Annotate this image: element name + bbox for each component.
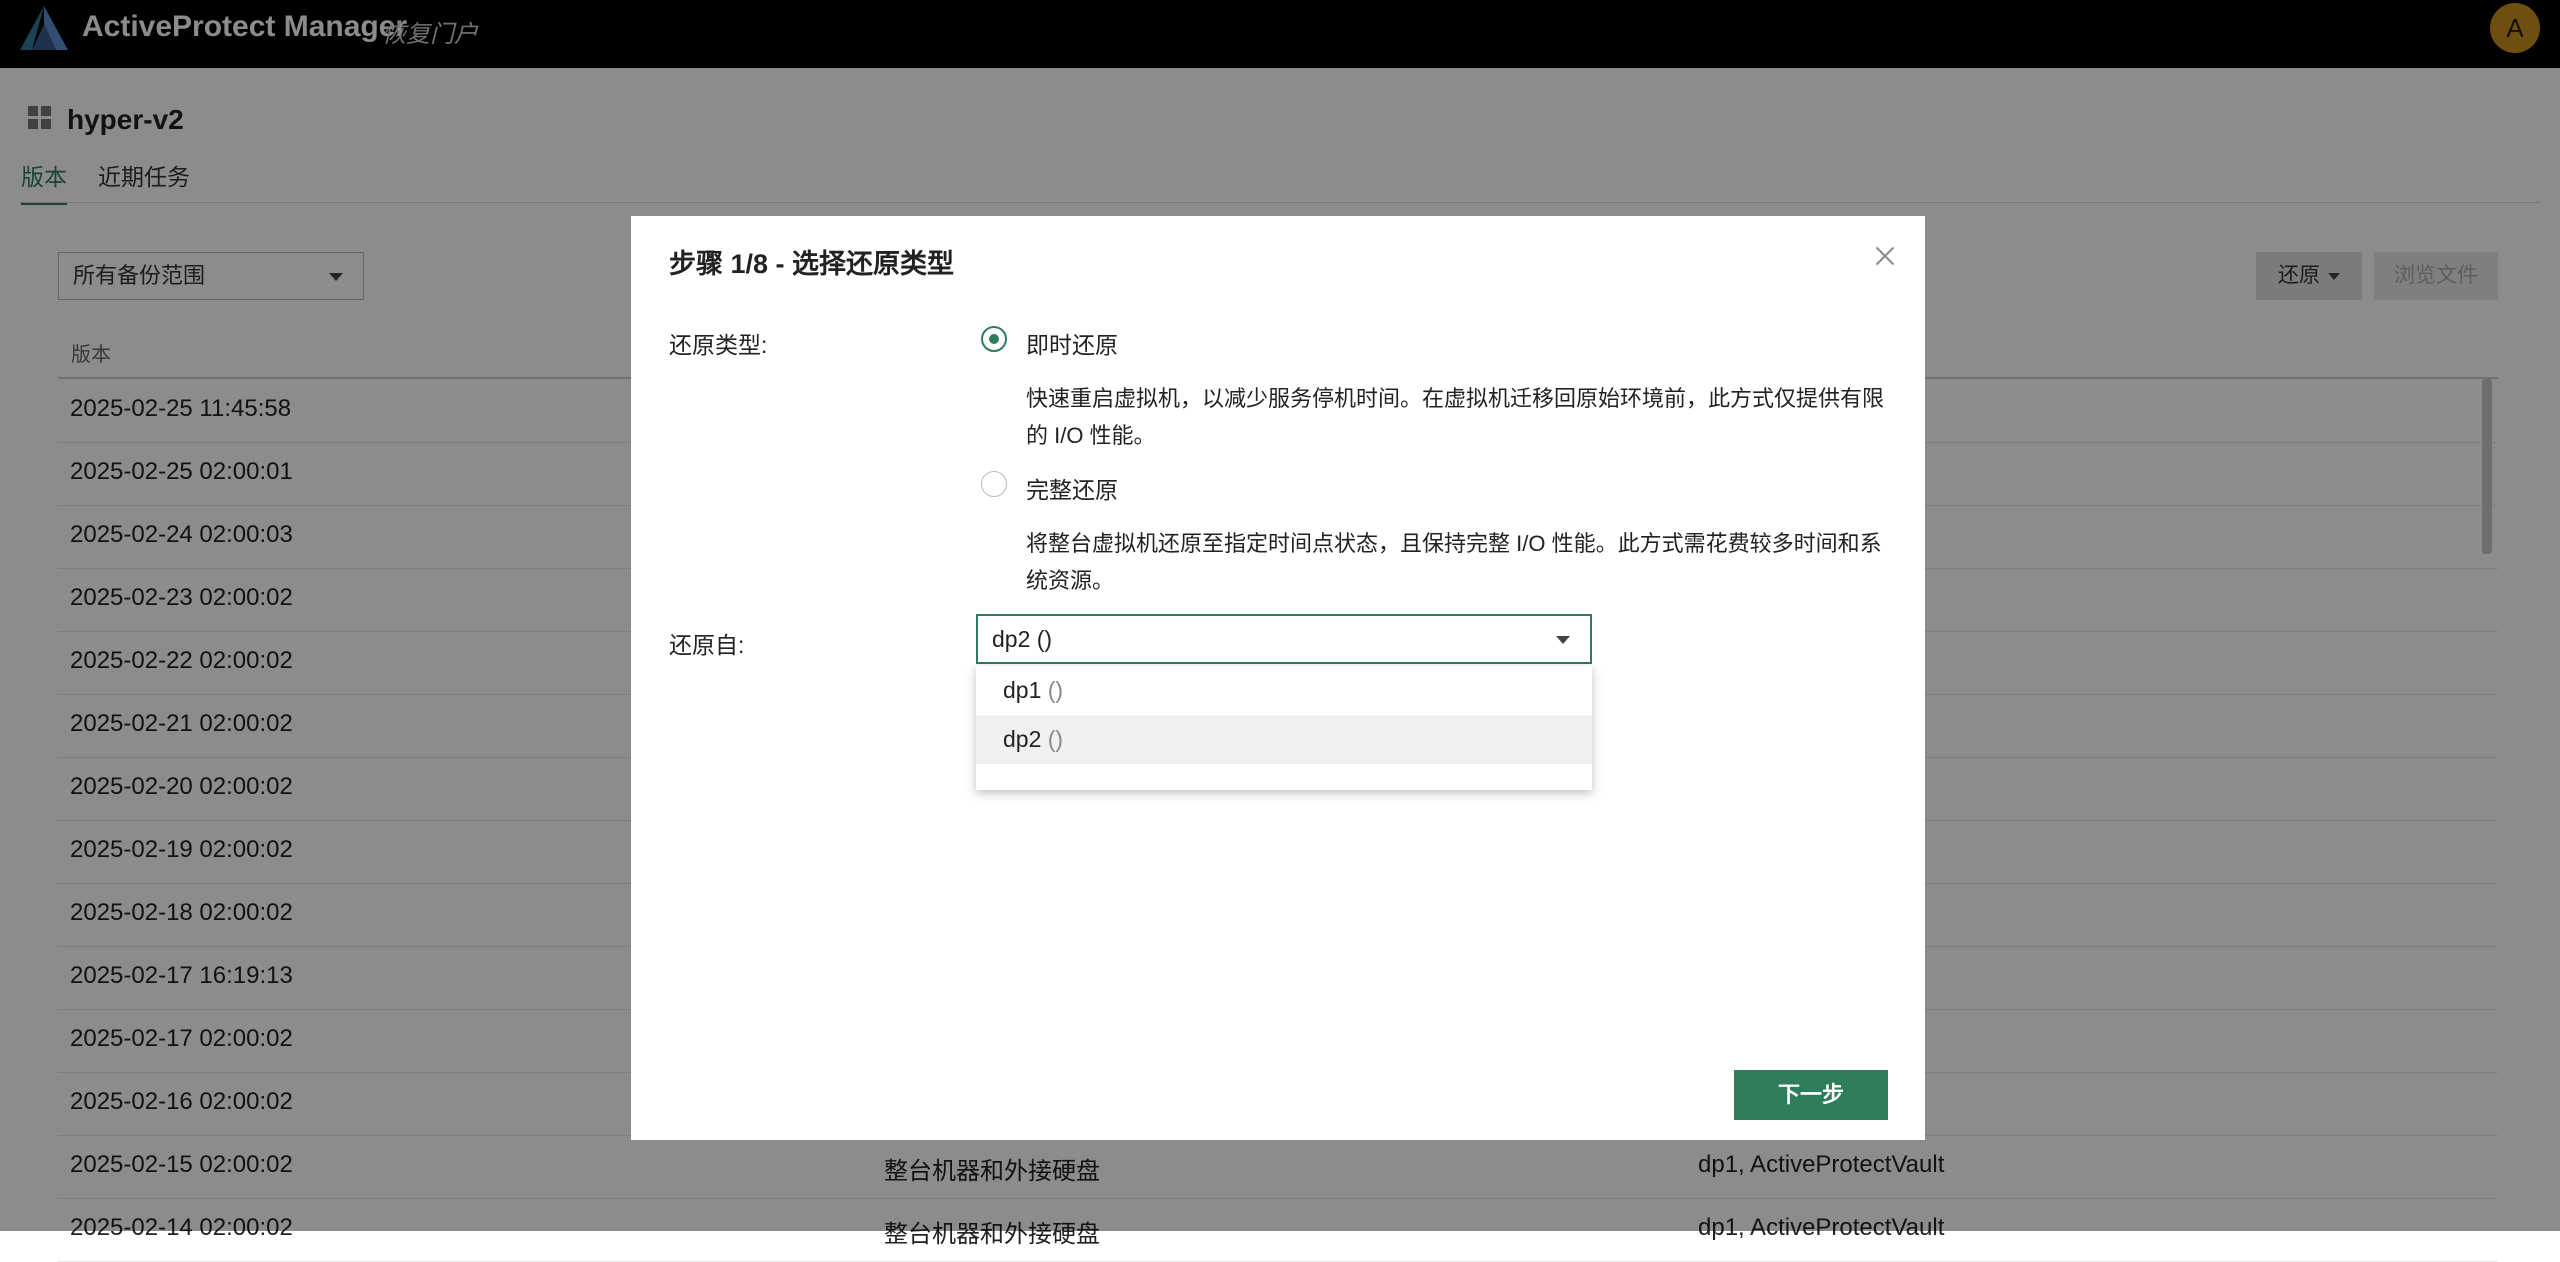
close-icon[interactable] bbox=[1871, 242, 1899, 270]
instant-restore-label[interactable]: 即时还原 bbox=[1026, 326, 1118, 360]
restore-type-label: 还原类型: bbox=[669, 332, 768, 358]
full-restore-description: 将整台虚拟机还原至指定时间点状态，且保持完整 I/O 性能。此方式需花费较多时间… bbox=[1026, 531, 1882, 593]
option-name: dp1 bbox=[1003, 677, 1042, 703]
next-button[interactable]: 下一步 bbox=[1734, 1070, 1888, 1120]
option-name: dp2 bbox=[1003, 726, 1042, 752]
option-detail: () bbox=[1047, 677, 1064, 703]
instant-restore-radio[interactable] bbox=[981, 326, 1007, 352]
dropdown-option-dp1[interactable]: dp1 () bbox=[976, 666, 1592, 715]
chevron-down-icon bbox=[1556, 636, 1570, 644]
dialog-title: 步骤 1/8 - 选择还原类型 bbox=[669, 249, 955, 279]
restore-wizard-dialog: 步骤 1/8 - 选择还原类型 还原类型: 即时还原 快速重启虚拟机，以减少服务… bbox=[631, 216, 1925, 1140]
full-restore-radio[interactable] bbox=[981, 471, 1007, 497]
restore-from-value: dp2 () bbox=[992, 626, 1053, 652]
full-restore-label[interactable]: 完整还原 bbox=[1026, 471, 1118, 505]
dropdown-option-dp2[interactable]: dp2 () bbox=[976, 715, 1592, 764]
restore-from-select[interactable]: dp2 () bbox=[976, 614, 1592, 664]
restore-from-label: 还原自: bbox=[669, 632, 745, 658]
instant-restore-description: 快速重启虚拟机，以减少服务停机时间。在虚拟机迁移回原始环境前，此方式仅提供有限的… bbox=[1026, 386, 1885, 448]
option-detail: () bbox=[1047, 726, 1064, 752]
restore-from-dropdown: dp1 () dp2 () bbox=[976, 666, 1592, 790]
